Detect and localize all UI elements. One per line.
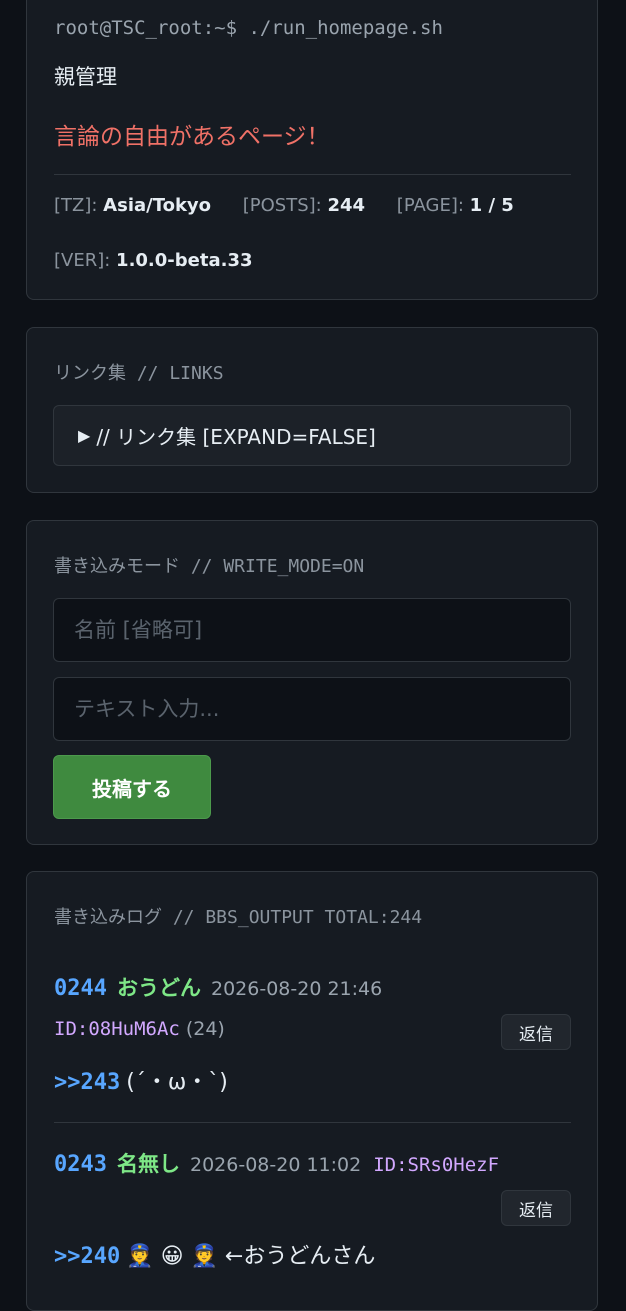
reply-anchor-link[interactable]: >>243	[54, 1070, 120, 1095]
post-name: 名無し	[116, 1152, 180, 1176]
posts-label: [POSTS]:	[242, 195, 322, 216]
posts-value: 244	[327, 195, 366, 216]
header-card: root@TSC_root:~$ ./run_homepage.sh 親管理 言…	[26, 0, 598, 300]
page-stat: [PAGE]: 1 / 5	[397, 195, 514, 216]
ver-value: 1.0.0-beta.33	[116, 250, 253, 271]
post-date: 2026-08-20 21:46	[210, 978, 383, 1000]
post-date: 2026-08-20 11:02	[189, 1154, 362, 1176]
reply-button[interactable]: 返信	[501, 1014, 571, 1050]
tz-label: [TZ]:	[54, 195, 98, 216]
links-card: リンク集 // LINKS ▶ // リンク集 [EXPAND=FALSE]	[26, 327, 598, 493]
post-meta-row: 0244 おうどん 2026-08-20 21:46	[54, 972, 382, 1002]
post-divider	[54, 1122, 571, 1123]
links-expander[interactable]: ▶ // リンク集 [EXPAND=FALSE]	[53, 405, 571, 466]
links-expander-label: // リンク集 [EXPAND=FALSE]	[96, 425, 376, 449]
links-title: リンク集 // LINKS	[54, 363, 224, 384]
post-id-row: ID:08HuM6Ac (24)	[54, 1018, 225, 1040]
version-row: [VER]: 1.0.0-beta.33	[54, 250, 253, 271]
write-card: 書き込みモード // WRITE_MODE=ON 投稿する	[26, 520, 598, 845]
triangle-right-icon: ▶	[78, 426, 91, 445]
post-id: ID:08HuM6Ac	[54, 1018, 180, 1040]
post-id-count: (24)	[185, 1018, 225, 1040]
post-name: おうどん	[116, 976, 201, 1000]
post-id: ID:SRs0HezF	[373, 1154, 500, 1176]
post-number[interactable]: 0244	[54, 976, 107, 1001]
header-divider	[54, 174, 571, 175]
tz-value: Asia/Tokyo	[103, 195, 212, 216]
log-card: 書き込みログ // BBS_OUTPUT TOTAL:244 0244 おうどん 2…	[26, 871, 598, 1311]
post-text: 👮 😀 👮 ←おうどんさん	[126, 1244, 376, 1269]
tagline: 言論の自由があるページ！	[54, 124, 330, 150]
page-value: 1 / 5	[469, 195, 514, 216]
page-label: [PAGE]:	[396, 195, 464, 216]
post-item: 0243 名無し 2026-08-20 11:02 ID:SRs0HezF 返信 >>…	[54, 1146, 571, 1286]
log-title: 書き込みログ // BBS_OUTPUT TOTAL:244	[54, 907, 423, 928]
reply-button[interactable]: 返信	[501, 1190, 571, 1226]
reply-anchor-link[interactable]: >>240	[54, 1244, 120, 1269]
post-meta-row: 0243 名無し 2026-08-20 11:02 ID:SRs0HezF	[54, 1148, 499, 1178]
post-body: >>240 👮 😀 👮 ←おうどんさん	[54, 1238, 375, 1270]
text-input[interactable]	[53, 677, 571, 741]
terminal-prompt: root@TSC_root:~$ ./run_homepage.sh	[54, 17, 443, 39]
ver-label: [VER]:	[54, 250, 111, 271]
submit-button[interactable]: 投稿する	[53, 755, 211, 819]
admin-label: 親管理	[54, 65, 117, 89]
write-title: 書き込みモード // WRITE_MODE=ON	[54, 556, 365, 577]
stats-row: [TZ]: Asia/Tokyo [POSTS]: 244 [PAGE]: 1 …	[54, 195, 514, 216]
post-text: (´・ω・`)	[126, 1070, 228, 1095]
post-item: 0244 おうどん 2026-08-20 21:46 ID:08HuM6Ac (24)…	[54, 970, 571, 1100]
post-number[interactable]: 0243	[54, 1152, 107, 1177]
name-input[interactable]	[53, 598, 571, 662]
posts-stat: [POSTS]: 244	[243, 195, 371, 216]
post-body: >>243 (´・ω・`)	[54, 1064, 228, 1096]
tz-stat: [TZ]: Asia/Tokyo	[54, 195, 217, 216]
